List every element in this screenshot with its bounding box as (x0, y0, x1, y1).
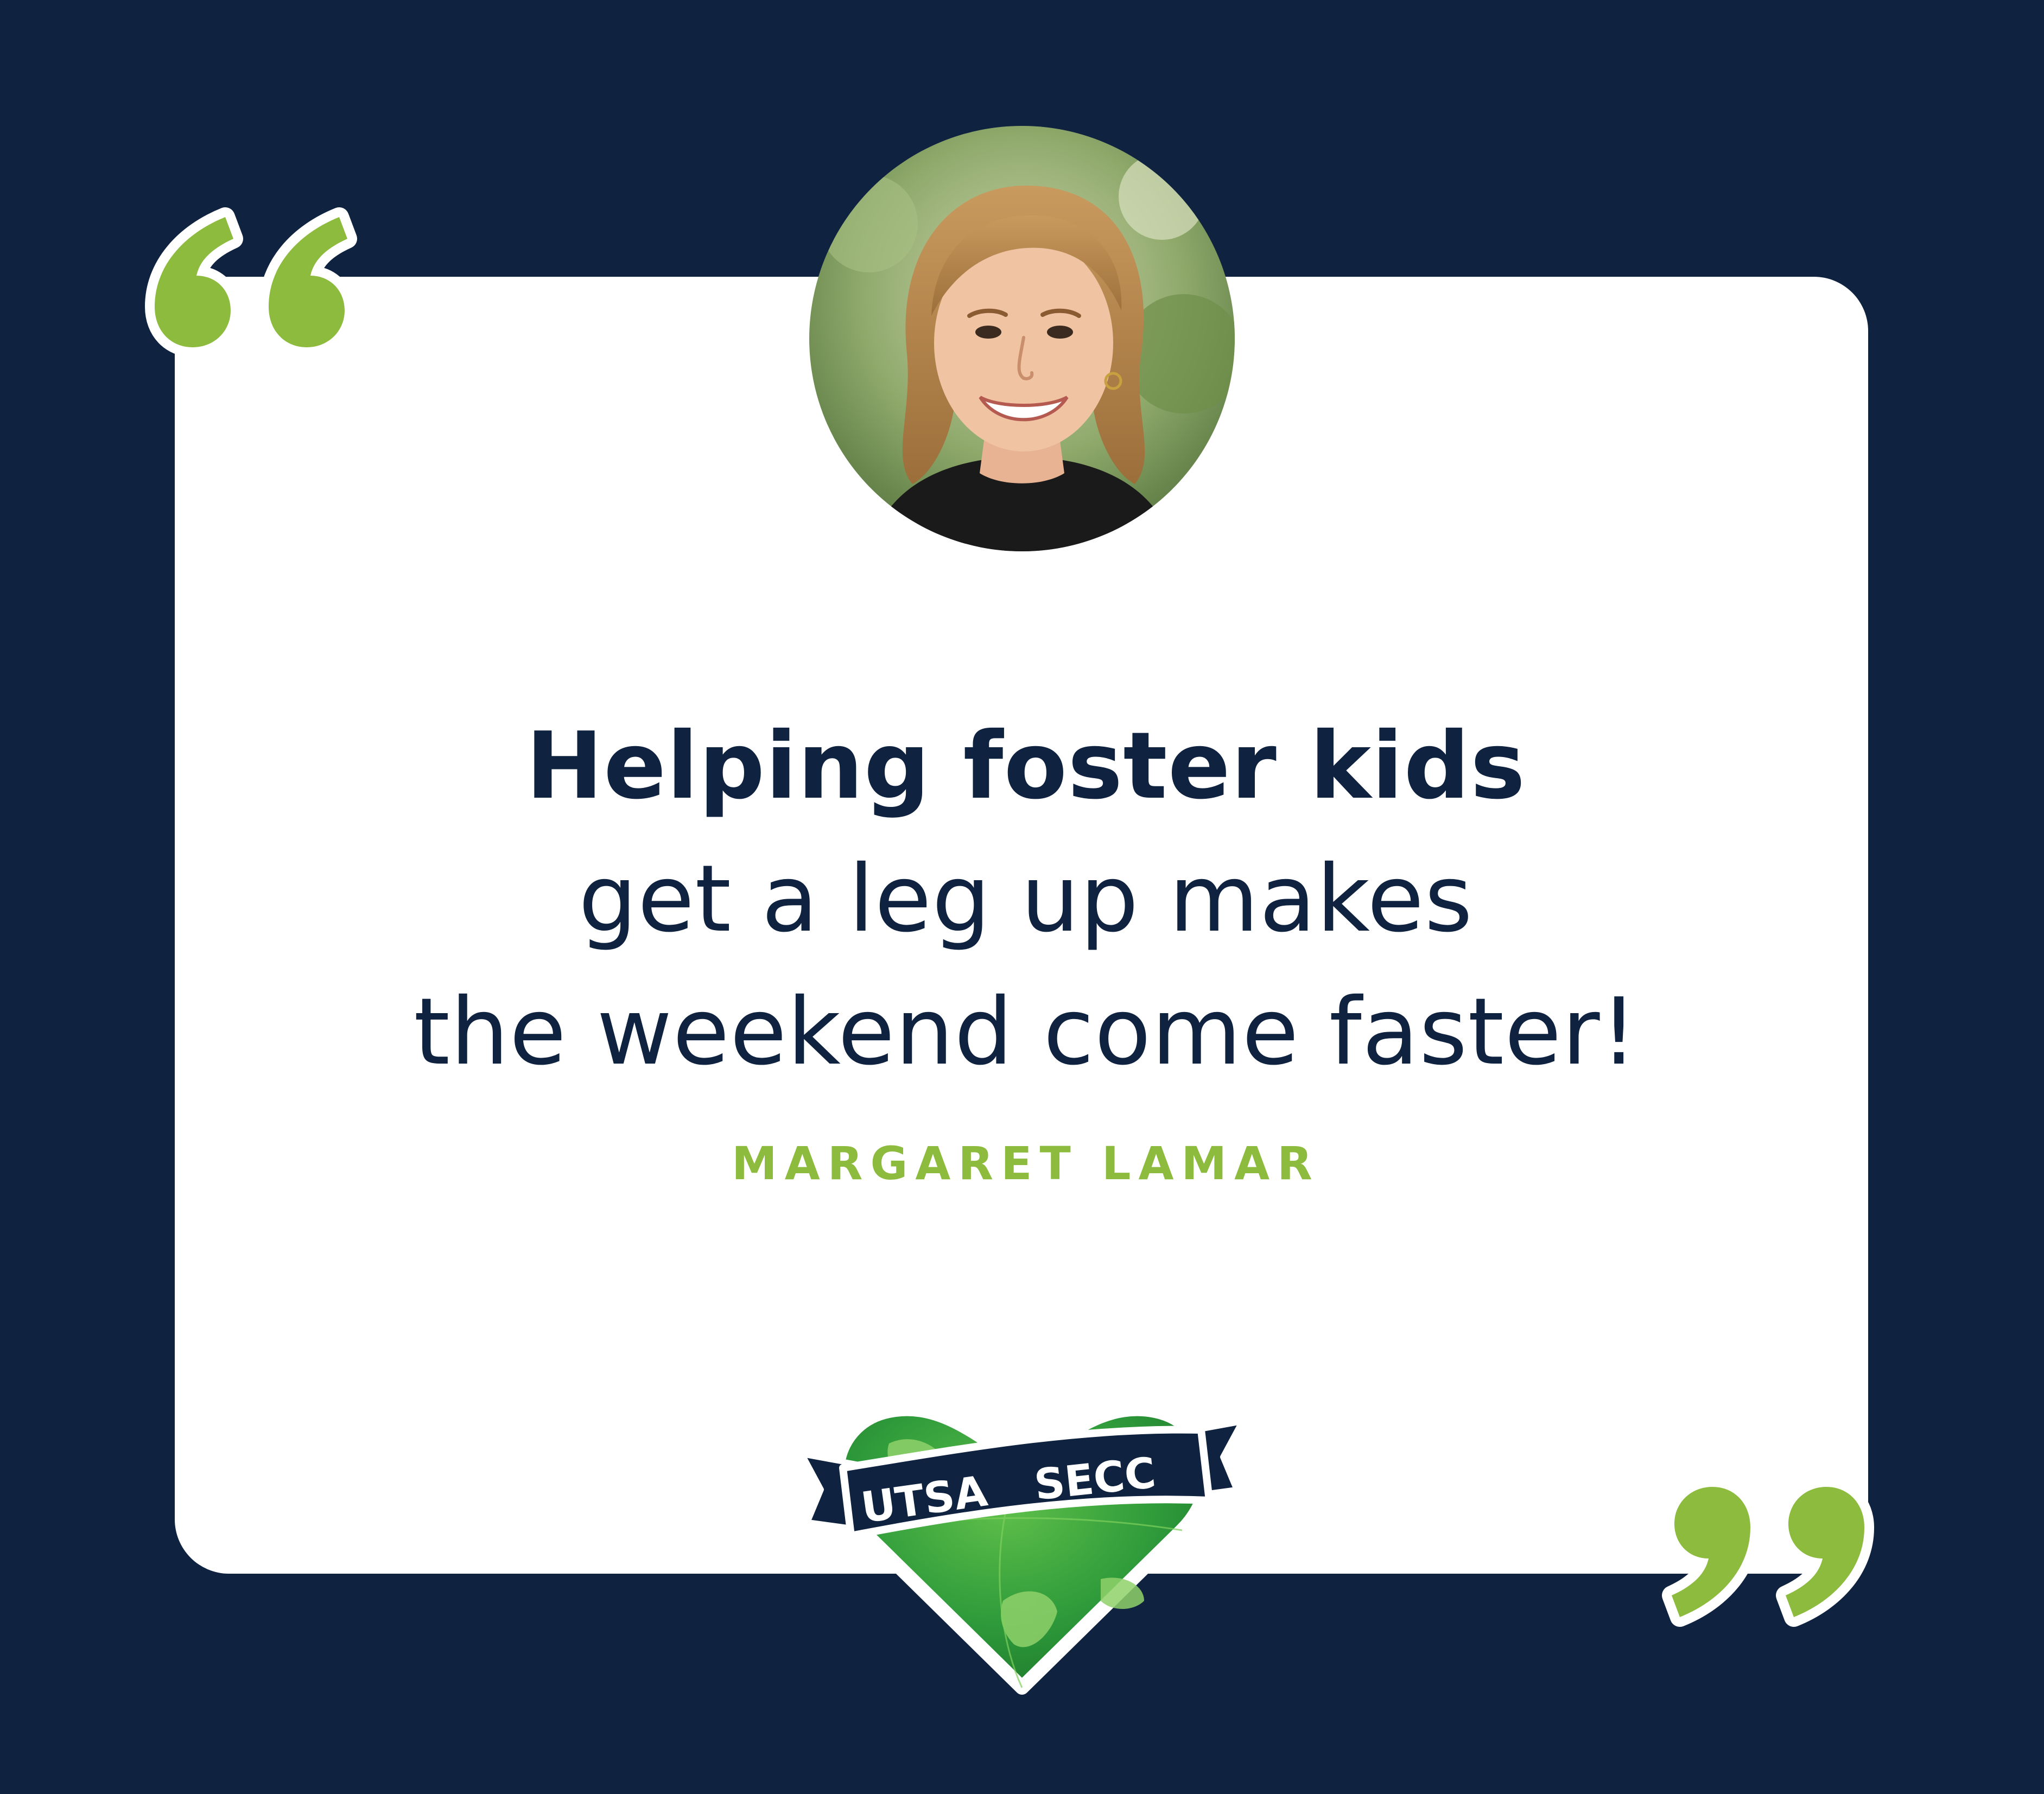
close-quote-icon (1662, 1477, 1874, 1627)
quote-text: Helping foster kids get a leg up makes t… (271, 700, 1780, 1099)
author-name: MARGARET LAMAR (732, 1137, 1320, 1190)
open-quote-icon (145, 207, 357, 357)
heart-globe-icon: UTSA SECC (799, 1402, 1245, 1695)
quote-line-1: Helping foster kids (525, 712, 1526, 820)
quote-graphic: Helping foster kids get a leg up makes t… (0, 0, 2044, 1794)
quote-line-3: the weekend come faster! (414, 978, 1638, 1086)
quote-line-2: get a leg up makes (578, 845, 1474, 953)
avatar (809, 126, 1235, 551)
